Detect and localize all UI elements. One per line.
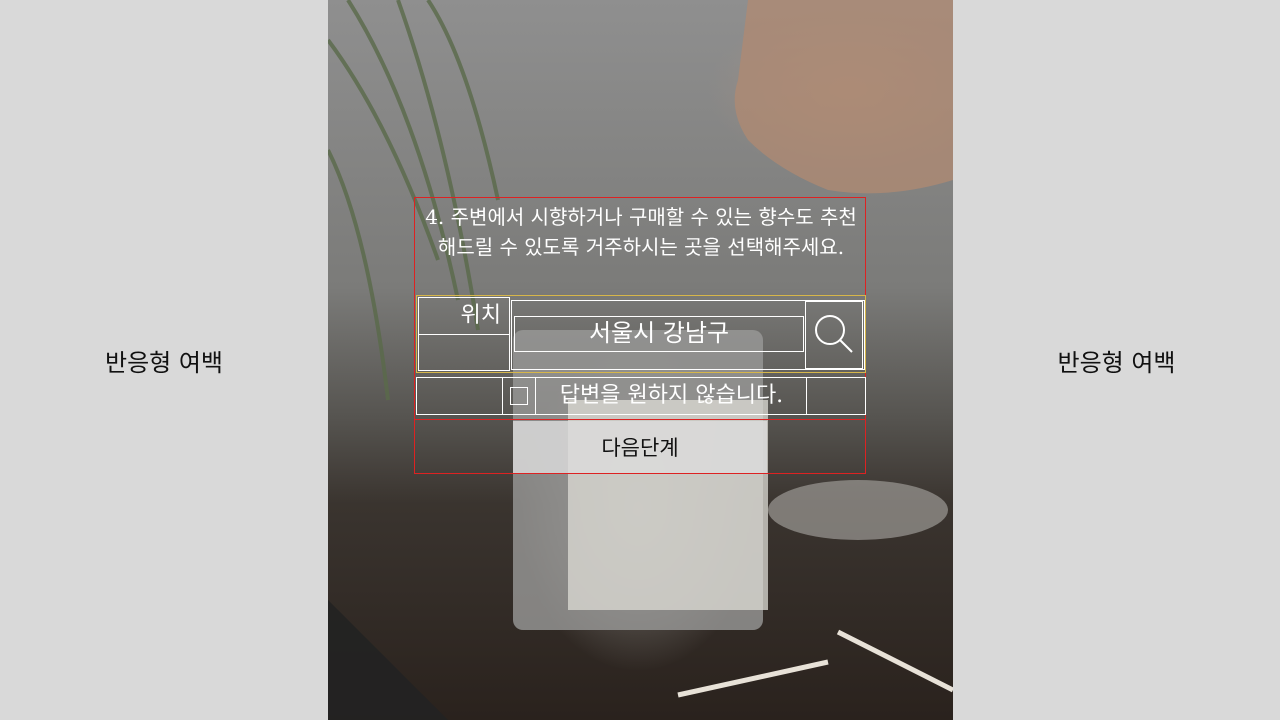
location-label-spacer	[418, 335, 510, 371]
opt-out-row: 답변을 원하지 않습니다.	[416, 377, 866, 415]
right-margin-label: 반응형 여백	[1057, 348, 1176, 377]
right-responsive-margin: 반응형 여백	[953, 0, 1280, 720]
next-step-button[interactable]: 다음단계	[513, 421, 767, 473]
opt-out-label: 답변을 원하지 않습니다.	[537, 378, 807, 414]
search-icon	[815, 315, 853, 353]
location-search: 서울시 강남구	[511, 300, 865, 370]
location-row: 위치 서울시 강남구	[416, 295, 866, 373]
question-text: 4. 주변에서 시향하거나 구매할 수 있는 향수도 추천해드릴 수 있도록 거…	[425, 205, 857, 259]
opt-out-checkbox[interactable]	[502, 378, 536, 414]
location-label: 위치	[418, 297, 510, 335]
left-responsive-margin: 반응형 여백	[0, 0, 328, 720]
location-input[interactable]: 서울시 강남구	[514, 316, 804, 352]
checkbox-box-icon	[510, 387, 528, 405]
left-margin-label: 반응형 여백	[104, 348, 224, 377]
search-button[interactable]	[805, 301, 863, 369]
next-step-row: 다음단계	[415, 419, 865, 473]
location-question-form: 4. 주변에서 시향하거나 구매할 수 있는 향수도 추천해드릴 수 있도록 거…	[414, 197, 866, 474]
